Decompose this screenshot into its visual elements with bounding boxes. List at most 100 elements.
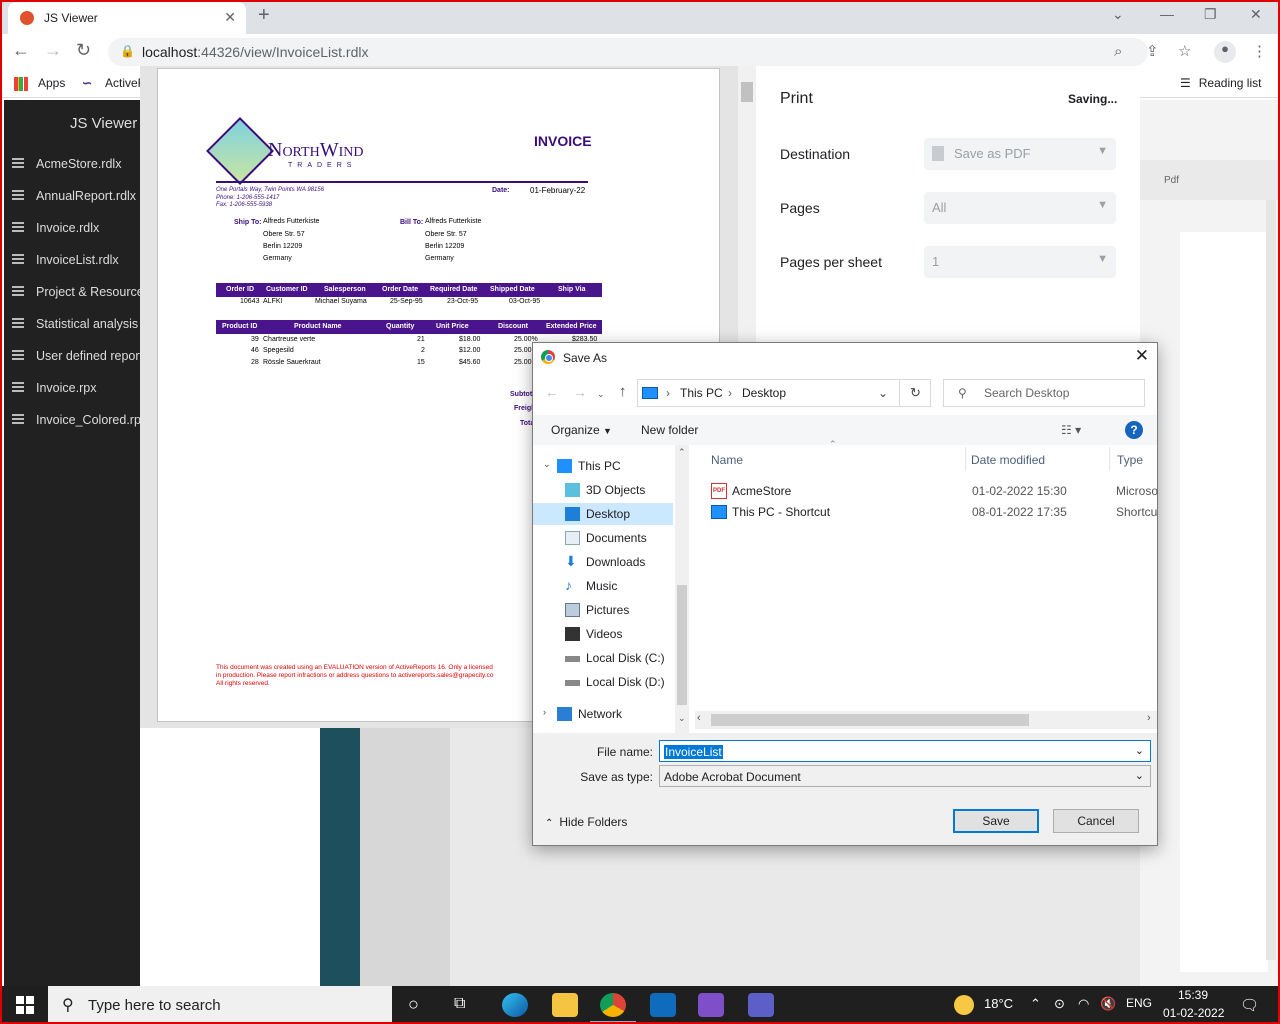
filename-input[interactable]: InvoiceList ⌄ (659, 740, 1151, 762)
tree-item-disk-d[interactable]: Local Disk (D:) (533, 671, 673, 693)
chevron-down-icon[interactable]: ⌄ (878, 386, 888, 400)
reload-icon[interactable]: ↻ (76, 40, 91, 61)
bookmark-apps[interactable]: Apps (38, 76, 65, 90)
column-header-type[interactable]: Type (1117, 453, 1143, 467)
sidebar-item-invoice-rpx[interactable]: Invoice.rpx (4, 373, 144, 405)
clock-date[interactable]: 01-02-2022 (1163, 1006, 1224, 1020)
tree-item-network[interactable]: › Network (533, 703, 673, 725)
scroll-up-icon[interactable]: ⌃ (678, 447, 686, 458)
up-icon[interactable]: ↑ (619, 383, 627, 400)
tree-item-this-pc[interactable]: ⌄ This PC (533, 455, 673, 477)
recent-chevron-icon[interactable]: ⌄ (597, 389, 605, 400)
sidebar-item-invoicelist[interactable]: InvoiceList.rdlx (4, 245, 144, 277)
sidebar-item-invoice[interactable]: Invoice.rdlx (4, 213, 144, 245)
tree-item-3d-objects[interactable]: 3D Objects (533, 479, 673, 501)
refresh-button[interactable]: ↻ (899, 379, 931, 407)
close-tab-icon[interactable]: ✕ (224, 9, 236, 26)
hscrollbar-thumb[interactable] (711, 714, 1029, 726)
path-segment[interactable]: This PC (680, 386, 723, 400)
tree-item-pictures[interactable]: Pictures (533, 599, 673, 621)
close-window-icon[interactable]: ✕ (1250, 6, 1262, 23)
scroll-down-icon[interactable]: ⌄ (678, 713, 686, 724)
tree-item-desktop[interactable]: Desktop (533, 503, 673, 525)
language-indicator[interactable]: ENG (1126, 996, 1152, 1010)
clock-time[interactable]: 15:39 (1178, 988, 1208, 1002)
preview-scrollbar-thumb[interactable] (741, 82, 753, 102)
column-header-name[interactable]: Name (711, 453, 743, 467)
restore-icon[interactable]: ❐ (1204, 6, 1217, 23)
path-segment[interactable]: Desktop (742, 386, 786, 400)
path-bar[interactable]: › This PC › Desktop ⌄ (637, 379, 931, 407)
teams-icon[interactable] (748, 993, 774, 1017)
column-header-date[interactable]: Date modified (971, 453, 1045, 467)
scroll-right-icon[interactable]: › (1147, 712, 1151, 724)
destination-select[interactable]: Save as PDF ▼ (924, 138, 1116, 170)
tree-item-downloads[interactable]: ⬇ Downloads (533, 551, 673, 573)
tab-search-icon[interactable]: ⌄ (1112, 6, 1124, 23)
task-view-icon[interactable]: ⧉ (454, 995, 465, 1013)
zoom-icon[interactable]: ⌕ (1114, 43, 1122, 60)
sidebar-item-annualreport[interactable]: AnnualReport.rdlx (4, 181, 144, 213)
file-list-hscrollbar[interactable]: ‹ › (695, 711, 1157, 729)
tree-item-documents[interactable]: Documents (533, 527, 673, 549)
organize-button[interactable]: Organize ▼ (551, 423, 612, 437)
tree-item-videos[interactable]: Videos (533, 623, 673, 645)
forward-icon[interactable]: → (44, 40, 62, 61)
minimize-icon[interactable]: — (1160, 6, 1174, 22)
pages-select[interactable]: All ▼ (924, 192, 1116, 224)
volume-muted-icon[interactable]: 🔇 (1100, 996, 1116, 1012)
viewer-scrollbar[interactable] (1266, 200, 1276, 960)
bookmark-star-icon[interactable]: ☆ (1178, 42, 1191, 60)
browser-tab[interactable]: JS Viewer ✕ (8, 2, 246, 34)
sidebar-item-user-defined[interactable]: User defined report (4, 341, 144, 373)
search-field[interactable]: ⚲ Search Desktop (943, 379, 1145, 407)
help-icon[interactable]: ? (1125, 421, 1143, 439)
pages-per-sheet-select[interactable]: 1 ▼ (924, 246, 1116, 278)
save-button[interactable]: Save (953, 809, 1039, 833)
cancel-button[interactable]: Cancel (1053, 809, 1139, 833)
taskbar-search[interactable]: ⚲ Type here to search (48, 986, 392, 1024)
back-icon[interactable]: ← (545, 384, 559, 400)
sidebar-item-statistical[interactable]: Statistical analysis s (4, 309, 144, 341)
close-icon[interactable]: ✕ (1135, 346, 1149, 366)
wifi-icon[interactable]: ◠ (1078, 996, 1089, 1012)
new-folder-button[interactable]: New folder (641, 423, 698, 437)
tree-item-music[interactable]: ♪ Music (533, 575, 673, 597)
forward-icon[interactable]: → (573, 384, 587, 400)
share-icon[interactable]: ⇪ (1146, 42, 1159, 60)
chevron-down-icon[interactable]: ⌄ (1135, 744, 1144, 757)
cortana-icon[interactable]: ○ (408, 994, 419, 1015)
meet-icon[interactable]: ⊙ (1054, 996, 1065, 1012)
address-bar[interactable]: 🔒 localhost:44326/view/InvoiceList.rdlx … (108, 38, 1148, 66)
column-divider[interactable] (965, 447, 966, 471)
weather-icon[interactable] (954, 995, 974, 1015)
outlook-icon[interactable] (650, 993, 676, 1017)
view-options-icon[interactable]: ☷ ▾ (1061, 423, 1081, 437)
windows-start-icon[interactable] (16, 996, 34, 1014)
temperature[interactable]: 18°C (984, 996, 1013, 1011)
file-row[interactable]: PDF AcmeStore 01-02-2022 15:30 Microso (705, 481, 1165, 501)
sidebar-item-project-resource[interactable]: Project & Resource (4, 277, 144, 309)
sidebar-item-acmestore[interactable]: AcmeStore.rdlx (4, 149, 144, 181)
back-icon[interactable]: ← (12, 40, 30, 61)
notification-icon[interactable]: 🗨 (1240, 996, 1259, 1014)
scroll-left-icon[interactable]: ‹ (697, 712, 701, 724)
hide-folders-button[interactable]: ⌃ Hide Folders (545, 815, 627, 829)
tray-chevron-icon[interactable]: ⌃ (1030, 996, 1041, 1012)
column-divider[interactable] (1109, 447, 1110, 471)
visual-studio-icon[interactable] (698, 993, 724, 1017)
profile-avatar-icon[interactable]: ● (1214, 41, 1236, 63)
menu-kebab-icon[interactable]: ⋮ (1252, 42, 1267, 60)
file-row[interactable]: This PC - Shortcut 08-01-2022 17:35 Shor… (705, 502, 1165, 522)
reading-list-button[interactable]: ☰ Reading list (1180, 76, 1261, 90)
pdf-tab[interactable]: Pdf (1164, 175, 1179, 186)
savetype-select[interactable]: Adobe Acrobat Document ⌄ (659, 765, 1151, 787)
chrome-icon[interactable] (600, 993, 626, 1017)
edge-icon[interactable] (502, 993, 528, 1017)
sidebar-item-invoice-colored[interactable]: Invoice_Colored.rpx (4, 405, 144, 437)
tree-item-disk-c[interactable]: Local Disk (C:) (533, 647, 673, 669)
new-tab-icon[interactable]: + (258, 4, 270, 27)
tree-scrollbar[interactable]: ⌃ ⌄ (675, 445, 689, 733)
tree-scrollbar-thumb[interactable] (677, 585, 687, 705)
file-explorer-icon[interactable] (552, 993, 578, 1017)
